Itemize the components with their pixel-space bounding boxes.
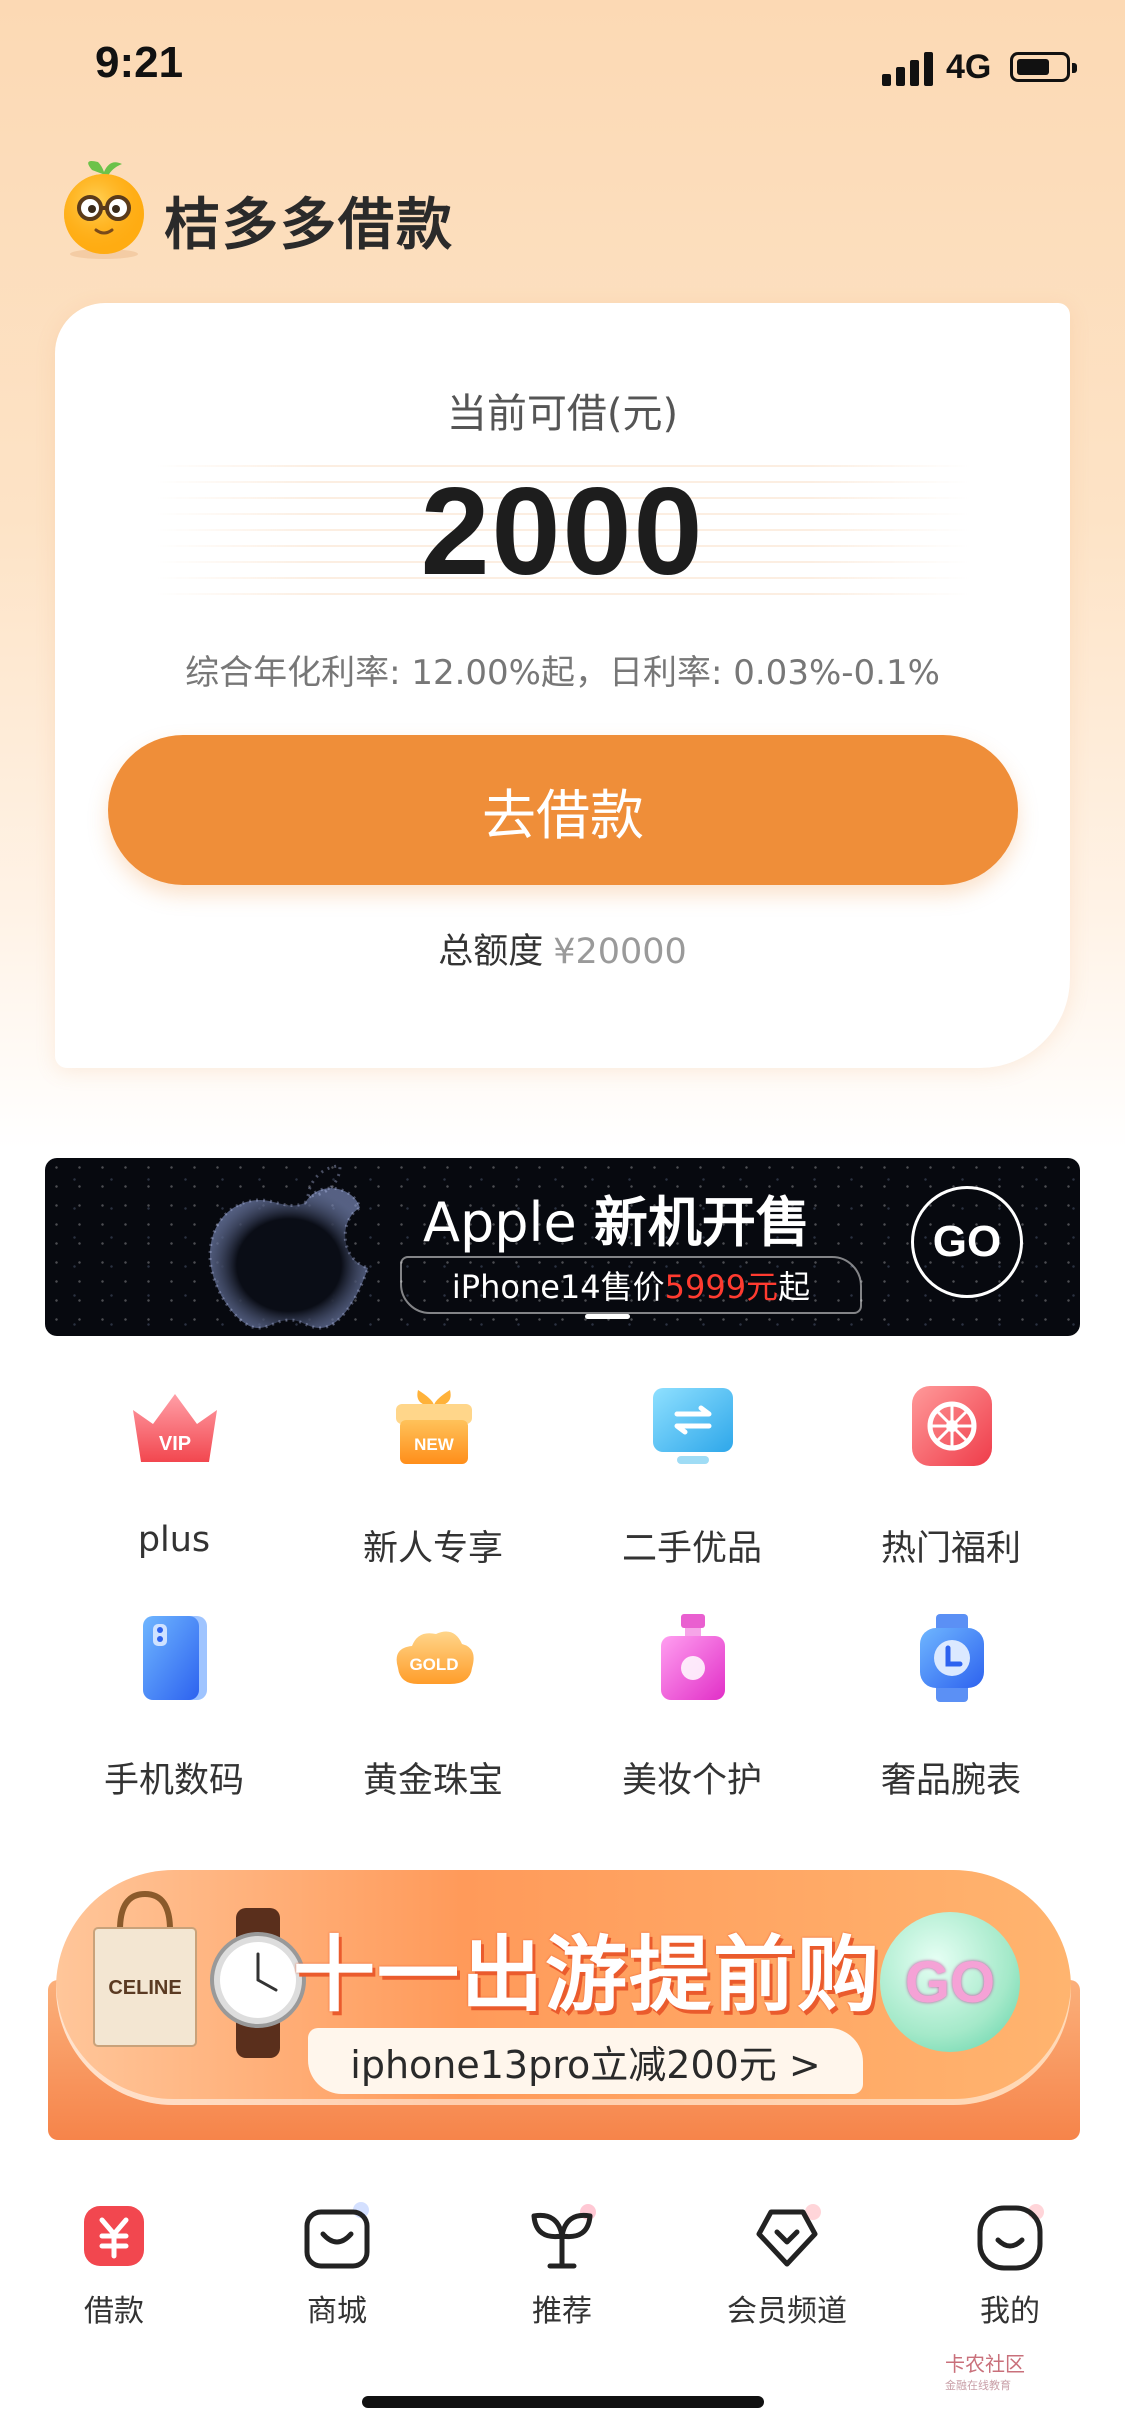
loan-yuan-icon xyxy=(84,2206,144,2266)
total-limit: 总额度 ¥20000 xyxy=(55,923,1070,974)
interest-rate-text: 综合年化利率: 12.00%起，日利率: 0.03%-0.1% xyxy=(185,653,940,693)
promo-title: 十一出游提前购 xyxy=(293,1928,882,2023)
available-label: 当前可借(元) xyxy=(446,391,679,437)
home-indicator[interactable] xyxy=(362,2396,764,2408)
category-plus[interactable]: VIP plus xyxy=(45,1380,303,1580)
status-time: 9:21 xyxy=(95,38,184,87)
apple-banner-title: Apple 新机开售 xyxy=(423,1178,810,1257)
phone-icon xyxy=(143,1616,207,1700)
watch-icon xyxy=(920,1614,984,1702)
category-luxury-watch[interactable]: 奢品腕表 xyxy=(822,1612,1080,1812)
battery-icon xyxy=(1010,52,1077,82)
apple-title-main: 新机开售 xyxy=(593,1191,810,1254)
profile-face-icon xyxy=(977,2204,1044,2271)
category-label: plus xyxy=(137,1520,211,1560)
mall-bag-icon xyxy=(304,2202,370,2269)
apple-sub-suffix: 起 xyxy=(778,1268,811,1306)
promo-go-button[interactable]: GO xyxy=(880,1912,1020,2052)
perfume-icon xyxy=(661,1614,725,1700)
tab-mine[interactable]: 我的 xyxy=(925,2190,1095,2330)
category-label: 美妆个护 xyxy=(621,1761,762,1801)
tab-label: 我的 xyxy=(980,2294,1040,2329)
category-second-hand[interactable]: 二手优品 xyxy=(563,1380,821,1580)
apple-promo-banner[interactable]: Apple 新机开售 iPhone14售价 5999元起 GO xyxy=(45,1158,1080,1336)
svg-text:VIP: VIP xyxy=(159,1433,191,1455)
watermark-text: 卡农社区 xyxy=(945,2352,1025,2376)
promo-subtitle[interactable]: iphone13pro立减200元 > xyxy=(308,2028,863,2094)
sprout-icon xyxy=(531,2204,596,2269)
category-label: 黄金珠宝 xyxy=(362,1761,503,1801)
apple-title-prefix: Apple xyxy=(423,1191,577,1254)
tab-label: 借款 xyxy=(84,2294,144,2329)
watermark: 卡农社区 金融在线教育 xyxy=(945,2348,1025,2393)
svg-text:NEW: NEW xyxy=(414,1435,455,1454)
svg-text:GOLD: GOLD xyxy=(409,1655,458,1674)
network-label: 4G xyxy=(946,48,992,86)
apple-sub-prefix: iPhone14售价 xyxy=(451,1268,665,1306)
bottom-tab-bar: 借款 商城 推荐 会员频道 我的 xyxy=(0,2190,1125,2340)
gift-wheel-icon xyxy=(912,1386,992,1466)
category-label: 手机数码 xyxy=(103,1761,244,1801)
category-label: 热门福利 xyxy=(880,1529,1021,1569)
status-bar: 9:21 4G xyxy=(0,0,1125,135)
category-hot-welfare[interactable]: 热门福利 xyxy=(822,1380,1080,1580)
holiday-promo-banner[interactable]: CELINE 十一出游提前购 iphone13pro立减200元 > GO xyxy=(48,1870,1080,2150)
category-label: 新人专享 xyxy=(362,1529,503,1569)
signal-icon xyxy=(882,52,936,86)
category-phone-digital[interactable]: 手机数码 xyxy=(45,1612,303,1812)
gold-icon: GOLD xyxy=(396,1631,474,1684)
shopping-bag-icon: CELINE xyxy=(93,1890,197,2047)
available-amount: 2000 xyxy=(420,463,705,601)
tab-label: 商城 xyxy=(307,2294,367,2329)
apple-go-button[interactable]: GO xyxy=(911,1186,1023,1298)
new-gift-icon: NEW xyxy=(396,1390,472,1464)
tab-recommend[interactable]: 推荐 xyxy=(477,2190,647,2330)
banner-page-indicator xyxy=(585,1314,630,1319)
apple-sub-price: 5999元 xyxy=(664,1268,779,1306)
tab-label: 推荐 xyxy=(532,2294,592,2329)
borrow-button[interactable]: 去借款 xyxy=(108,735,1018,885)
loan-card: 当前可借(元) 2000 综合年化利率: 12.00%起，日利率: 0.03%-… xyxy=(55,303,1070,1068)
app-name: 桔多多借款 xyxy=(164,193,454,258)
vip-crown-icon: VIP xyxy=(133,1394,217,1462)
apple-logo-icon xyxy=(208,1164,370,1330)
tab-label: 会员频道 xyxy=(727,2294,847,2329)
tab-loan[interactable]: 借款 xyxy=(29,2190,199,2330)
category-label: 二手优品 xyxy=(621,1529,762,1569)
category-beauty-care[interactable]: 美妆个护 xyxy=(563,1612,821,1812)
watermark-subtext: 金融在线教育 xyxy=(945,2379,1011,2392)
tab-mall[interactable]: 商城 xyxy=(252,2190,422,2330)
app-logo: 桔多多借款 xyxy=(52,150,552,270)
total-limit-value: ¥20000 xyxy=(553,932,687,972)
exchange-icon xyxy=(653,1388,733,1464)
svg-text:CELINE: CELINE xyxy=(108,1977,181,1999)
total-limit-label: 总额度 xyxy=(438,932,544,972)
category-new-user[interactable]: NEW 新人专享 xyxy=(304,1380,562,1580)
category-gold-jewelry[interactable]: GOLD 黄金珠宝 xyxy=(304,1612,562,1812)
orange-mascot-icon xyxy=(64,161,144,259)
member-diamond-icon xyxy=(756,2204,821,2267)
category-label: 奢品腕表 xyxy=(880,1761,1021,1801)
apple-banner-subtitle: iPhone14售价 5999元起 xyxy=(400,1256,862,1314)
tab-member[interactable]: 会员频道 xyxy=(702,2190,872,2330)
